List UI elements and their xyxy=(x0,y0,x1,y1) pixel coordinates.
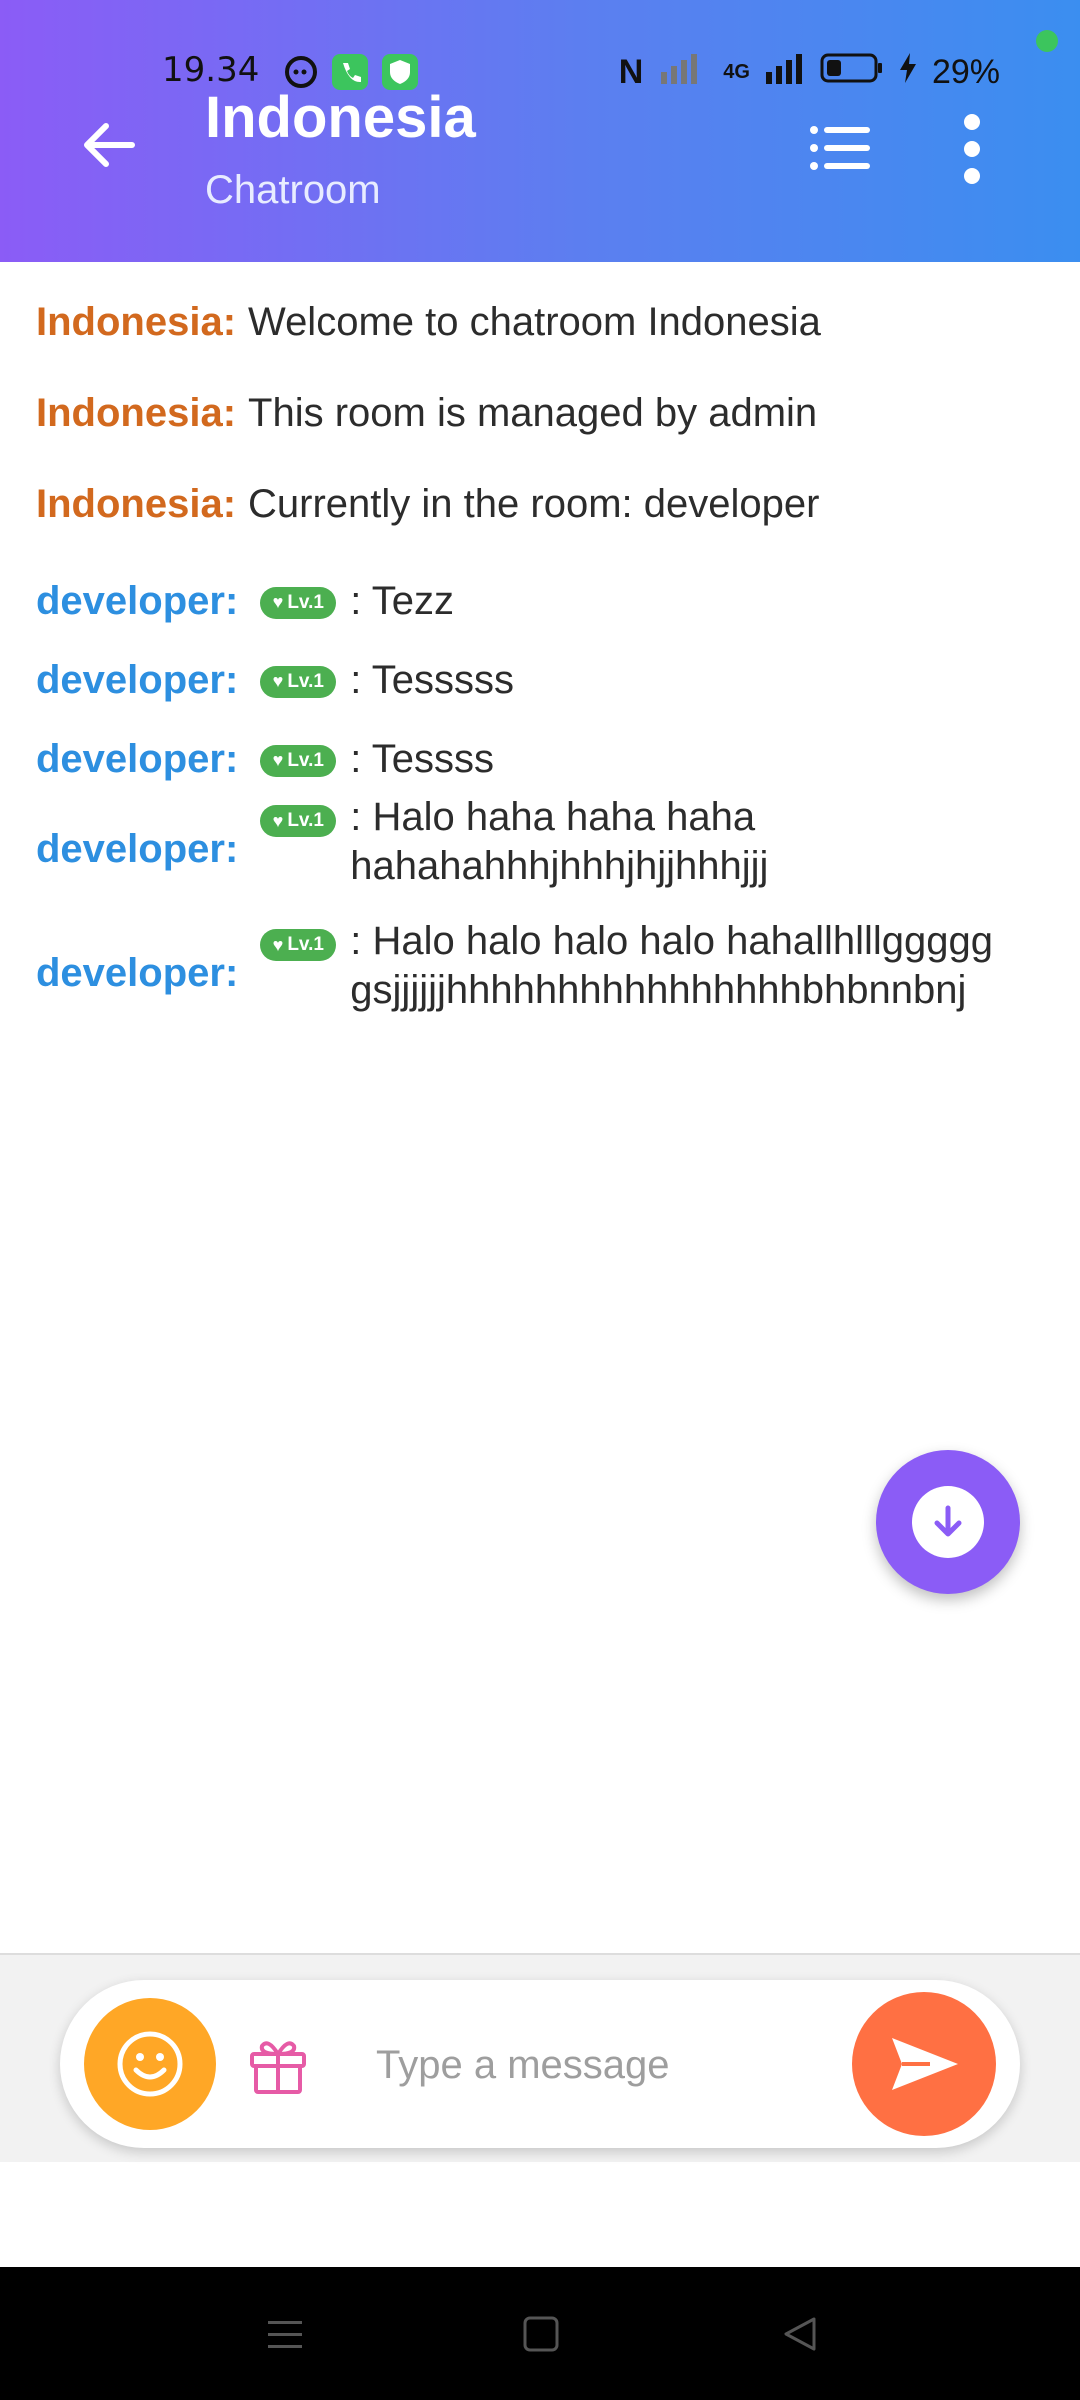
status-right: N 4G 29% xyxy=(619,50,1000,95)
more-options-button[interactable] xyxy=(958,112,986,186)
network-type: 4G xyxy=(723,61,750,83)
level-badge: ♥ Lv.1 xyxy=(260,744,337,777)
heart-icon: ♥ xyxy=(272,671,284,691)
send-button[interactable] xyxy=(852,1992,996,2136)
system-message: Indonesia: Currently in the room: develo… xyxy=(36,482,1046,562)
scroll-button-inner xyxy=(912,1486,984,1558)
level-badge: ♥ Lv.1 xyxy=(260,586,337,619)
message-composer xyxy=(60,1980,1020,2148)
level-badge: ♥ Lv.1 xyxy=(260,665,337,698)
battery-percent: 29% xyxy=(931,53,1000,91)
battery-icon xyxy=(820,52,884,93)
signal-4g-icon xyxy=(764,50,806,95)
sender-name[interactable]: developer: xyxy=(36,827,238,872)
heart-icon: ♥ xyxy=(272,934,284,955)
back-nav-button[interactable] xyxy=(778,2311,824,2357)
sender-name[interactable]: developer: xyxy=(36,579,238,624)
level-label: Lv.1 xyxy=(287,749,324,771)
signal-icon xyxy=(657,50,709,95)
level-label: Lv.1 xyxy=(287,591,324,613)
page-title: Indonesia xyxy=(205,85,476,150)
room-list-button[interactable] xyxy=(808,122,872,174)
message-text: Welcome to chatroom Indonesia xyxy=(248,300,821,344)
back-button[interactable] xyxy=(76,112,142,178)
sender-name[interactable]: Indonesia: xyxy=(36,391,236,436)
user-message: developer: ♥ Lv.1 : Tessss xyxy=(36,720,1046,799)
message-list[interactable]: Indonesia: Welcome to chatroom Indonesia… xyxy=(36,300,1046,1037)
message-text: : Halo halo halo halo hahallhlllggggg gs… xyxy=(350,919,994,1012)
level-label: Lv.1 xyxy=(287,670,324,692)
gift-button[interactable] xyxy=(246,2032,310,2096)
menu-icon xyxy=(268,2321,302,2348)
triangle-back-icon xyxy=(784,2317,816,2351)
message-text: This room is managed by admin xyxy=(248,391,818,435)
status-bar: 19.34 N 4G 29% xyxy=(0,48,1080,98)
user-message: developer: ♥ Lv.1 : Halo haha haha haha h… xyxy=(36,795,1046,927)
square-home-icon xyxy=(523,2316,559,2352)
emoji-button[interactable] xyxy=(84,1998,216,2130)
sender-name[interactable]: Indonesia: xyxy=(36,300,236,345)
user-message: developer: ♥ Lv.1 : Tesssss xyxy=(36,641,1046,720)
sender-name[interactable]: developer: xyxy=(36,737,238,782)
level-badge: ♥ Lv.1 xyxy=(260,929,337,961)
message-text: : Halo haha haha haha hahahahhhjhhhjhjjh… xyxy=(350,795,769,888)
sender-name[interactable]: developer: xyxy=(36,658,238,703)
level-label: Lv.1 xyxy=(287,810,324,831)
system-message: Indonesia: This room is managed by admin xyxy=(36,391,1046,482)
menu-nav-button[interactable] xyxy=(262,2311,308,2357)
send-icon xyxy=(892,2038,958,2090)
app-header: 19.34 N 4G 29% Indonesia Chatroom xyxy=(0,0,1080,262)
scroll-to-bottom-button[interactable] xyxy=(876,1450,1020,1594)
home-nav-button[interactable] xyxy=(518,2311,564,2357)
smiley-icon xyxy=(117,2031,183,2097)
charging-icon xyxy=(898,51,918,94)
arrow-down-icon xyxy=(934,1505,962,1537)
sender-name[interactable]: Indonesia: xyxy=(36,482,236,527)
message-input[interactable] xyxy=(374,2028,838,2102)
sender-name[interactable]: developer: xyxy=(36,951,238,996)
heart-icon: ♥ xyxy=(272,750,284,770)
page-subtitle: Chatroom xyxy=(205,168,381,212)
level-label: Lv.1 xyxy=(287,934,324,955)
system-nav-bar xyxy=(0,2267,1080,2400)
gift-icon xyxy=(250,2041,306,2094)
heart-icon: ♥ xyxy=(272,592,284,612)
message-text: Currently in the room: developer xyxy=(248,482,820,526)
nfc-icon: N xyxy=(618,53,644,91)
privacy-indicator-dot xyxy=(1036,30,1058,52)
arrow-left-icon xyxy=(84,123,135,167)
user-message: developer: ♥ Lv.1 : Tezz xyxy=(36,562,1046,641)
message-text: : Tesssss xyxy=(350,658,515,702)
list-icon xyxy=(810,126,870,170)
more-vertical-icon xyxy=(964,114,980,184)
level-badge: ♥ Lv.1 xyxy=(260,805,337,837)
user-message: developer: ♥ Lv.1 : Halo halo halo halo h… xyxy=(36,919,1046,1037)
message-text: : Tessss xyxy=(350,737,495,781)
system-message: Indonesia: Welcome to chatroom Indonesia xyxy=(36,300,1046,391)
message-text: : Tezz xyxy=(350,579,455,623)
heart-icon: ♥ xyxy=(272,810,284,831)
